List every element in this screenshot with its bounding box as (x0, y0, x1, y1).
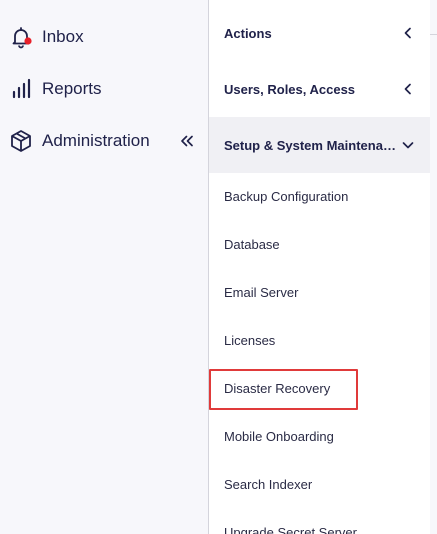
nav-label-administration: Administration (42, 131, 150, 150)
bar-chart-icon (12, 78, 31, 99)
bell-icon (12, 27, 32, 49)
menu-item-database[interactable]: Database (209, 224, 430, 264)
app-root: Inbox Reports Administration Actions Use… (0, 0, 437, 534)
nav-label-inbox: Inbox (42, 27, 84, 46)
group-users-roles-access[interactable]: Users, Roles, Access (209, 61, 430, 117)
box-icon (11, 130, 31, 152)
menu-item-upgrade-secret-server[interactable]: Upgrade Secret Server (209, 512, 430, 534)
page-edge (430, 0, 437, 534)
menu-item-licenses[interactable]: Licenses (209, 320, 430, 360)
notification-dot (24, 37, 32, 45)
chevron-left-icon (404, 27, 411, 39)
nav-item-inbox[interactable]: Inbox (0, 17, 208, 57)
chevron-left-icon (404, 83, 411, 95)
submenu-panel: Actions Users, Roles, Access Setup & Sys… (208, 0, 430, 534)
menu-item-backup-configuration[interactable]: Backup Configuration (209, 176, 430, 216)
menu-item-disaster-recovery[interactable]: Disaster Recovery (209, 368, 430, 408)
nav-item-administration[interactable]: Administration (0, 121, 208, 161)
left-nav: Inbox Reports Administration (0, 0, 208, 534)
group-label-users-roles-access: Users, Roles, Access (224, 81, 356, 97)
divider (430, 34, 437, 35)
menu-item-email-server[interactable]: Email Server (209, 272, 430, 312)
nav-item-reports[interactable]: Reports (0, 69, 208, 109)
group-actions[interactable]: Actions (209, 5, 430, 61)
chevron-down-icon (402, 142, 414, 149)
nav-label-reports: Reports (42, 79, 102, 98)
menu-item-search-indexer[interactable]: Search Indexer (209, 464, 430, 504)
menu-item-mobile-onboarding[interactable]: Mobile Onboarding (209, 416, 430, 456)
group-label-actions: Actions (224, 25, 272, 41)
group-label-setup-system-maintenance: Setup & System Maintenance (224, 137, 396, 153)
double-chevron-left-icon[interactable] (178, 132, 196, 150)
group-setup-system-maintenance[interactable]: Setup & System Maintenance (209, 117, 430, 173)
